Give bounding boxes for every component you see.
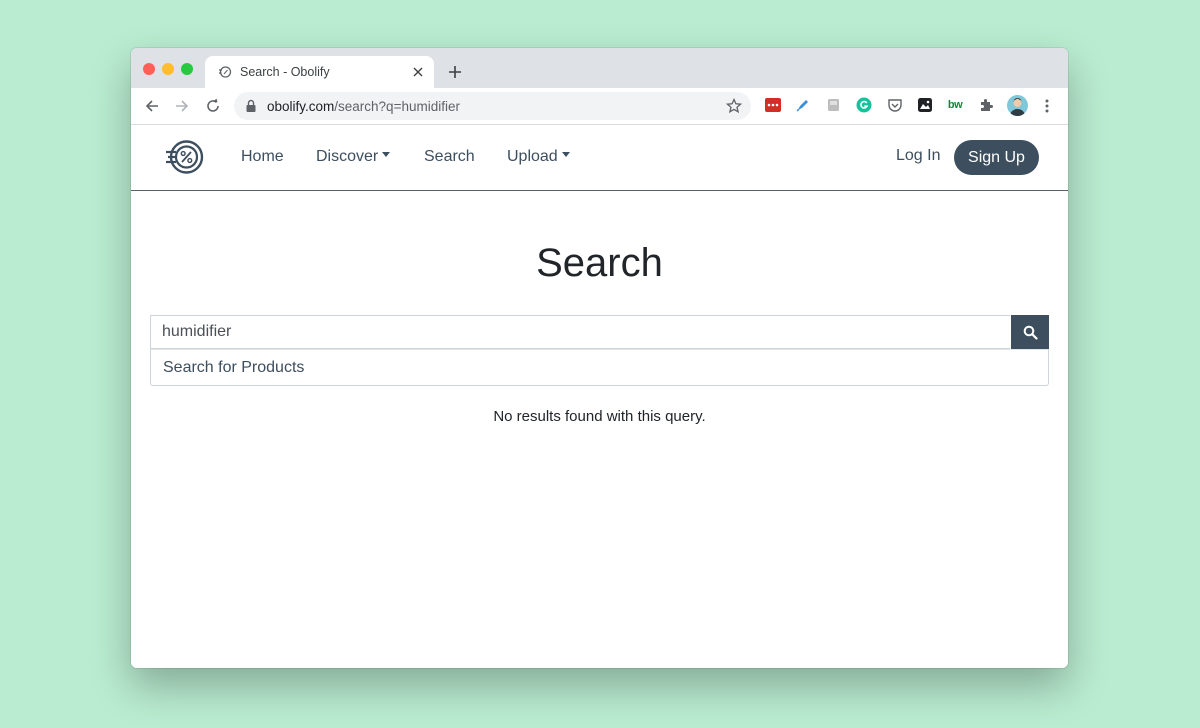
tab-strip: Search - Obolify xyxy=(131,48,1068,88)
no-results-message: No results found with this query. xyxy=(493,408,706,425)
tab-search-obolify[interactable]: Search - Obolify xyxy=(205,56,434,88)
search-input[interactable] xyxy=(150,315,1010,349)
web-page: Home Discover Search Upload Log In Sign … xyxy=(131,125,1068,668)
obolify-favicon-icon xyxy=(218,65,232,79)
grammarly-icon[interactable] xyxy=(855,96,873,114)
bw-icon-label: bw xyxy=(947,99,963,111)
tab-close-icon[interactable] xyxy=(410,64,426,80)
lastpass-icon[interactable] xyxy=(764,96,782,114)
search-suggestion[interactable]: Search for Products xyxy=(150,349,1049,386)
bw-icon[interactable]: bw xyxy=(946,96,964,114)
nav-home[interactable]: Home xyxy=(241,148,284,166)
puzzle-icon[interactable] xyxy=(977,96,995,114)
obolify-logo-icon[interactable] xyxy=(165,138,205,176)
lock-icon xyxy=(245,99,257,113)
close-window-button[interactable] xyxy=(143,63,155,75)
tab-title: Search - Obolify xyxy=(240,65,330,79)
highlighter-icon[interactable] xyxy=(794,96,812,114)
browser-toolbar: obolify.com/search?q=humidifier bw xyxy=(131,88,1068,125)
bookmark-star-icon[interactable] xyxy=(725,97,743,115)
notes-icon[interactable] xyxy=(825,96,843,114)
nav-discover[interactable]: Discover xyxy=(316,148,391,166)
browser-menu-icon[interactable] xyxy=(1038,96,1056,116)
nav-upload-label: Upload xyxy=(507,148,558,165)
site-navbar: Home Discover Search Upload Log In Sign … xyxy=(131,125,1068,191)
pocket-icon[interactable] xyxy=(886,96,904,114)
url-path: /search?q=humidifier xyxy=(334,98,460,114)
address-bar[interactable]: obolify.com/search?q=humidifier xyxy=(234,92,751,120)
nav-search[interactable]: Search xyxy=(424,148,475,166)
url-host: obolify.com xyxy=(267,98,335,114)
url-text: obolify.com/search?q=humidifier xyxy=(267,99,725,114)
reload-icon[interactable] xyxy=(203,96,223,116)
signup-button[interactable]: Sign Up xyxy=(954,140,1039,175)
maximize-window-button[interactable] xyxy=(181,63,193,75)
nav-upload[interactable]: Upload xyxy=(507,148,570,166)
nav-discover-label: Discover xyxy=(316,148,379,165)
browser-window: Search - Obolify obolify.com/search?q=hu… xyxy=(131,48,1068,668)
back-icon[interactable] xyxy=(142,96,162,116)
new-tab-icon[interactable] xyxy=(445,62,465,82)
search-button[interactable] xyxy=(1011,315,1049,349)
search-icon xyxy=(1023,325,1038,340)
image-icon[interactable] xyxy=(916,96,934,114)
profile-avatar[interactable] xyxy=(1007,95,1028,116)
caret-down-icon xyxy=(561,152,570,158)
minimize-window-button[interactable] xyxy=(162,63,174,75)
page-title: Search xyxy=(536,241,663,285)
caret-down-icon xyxy=(382,152,391,158)
login-link[interactable]: Log In xyxy=(896,147,940,165)
forward-icon[interactable] xyxy=(172,96,192,116)
